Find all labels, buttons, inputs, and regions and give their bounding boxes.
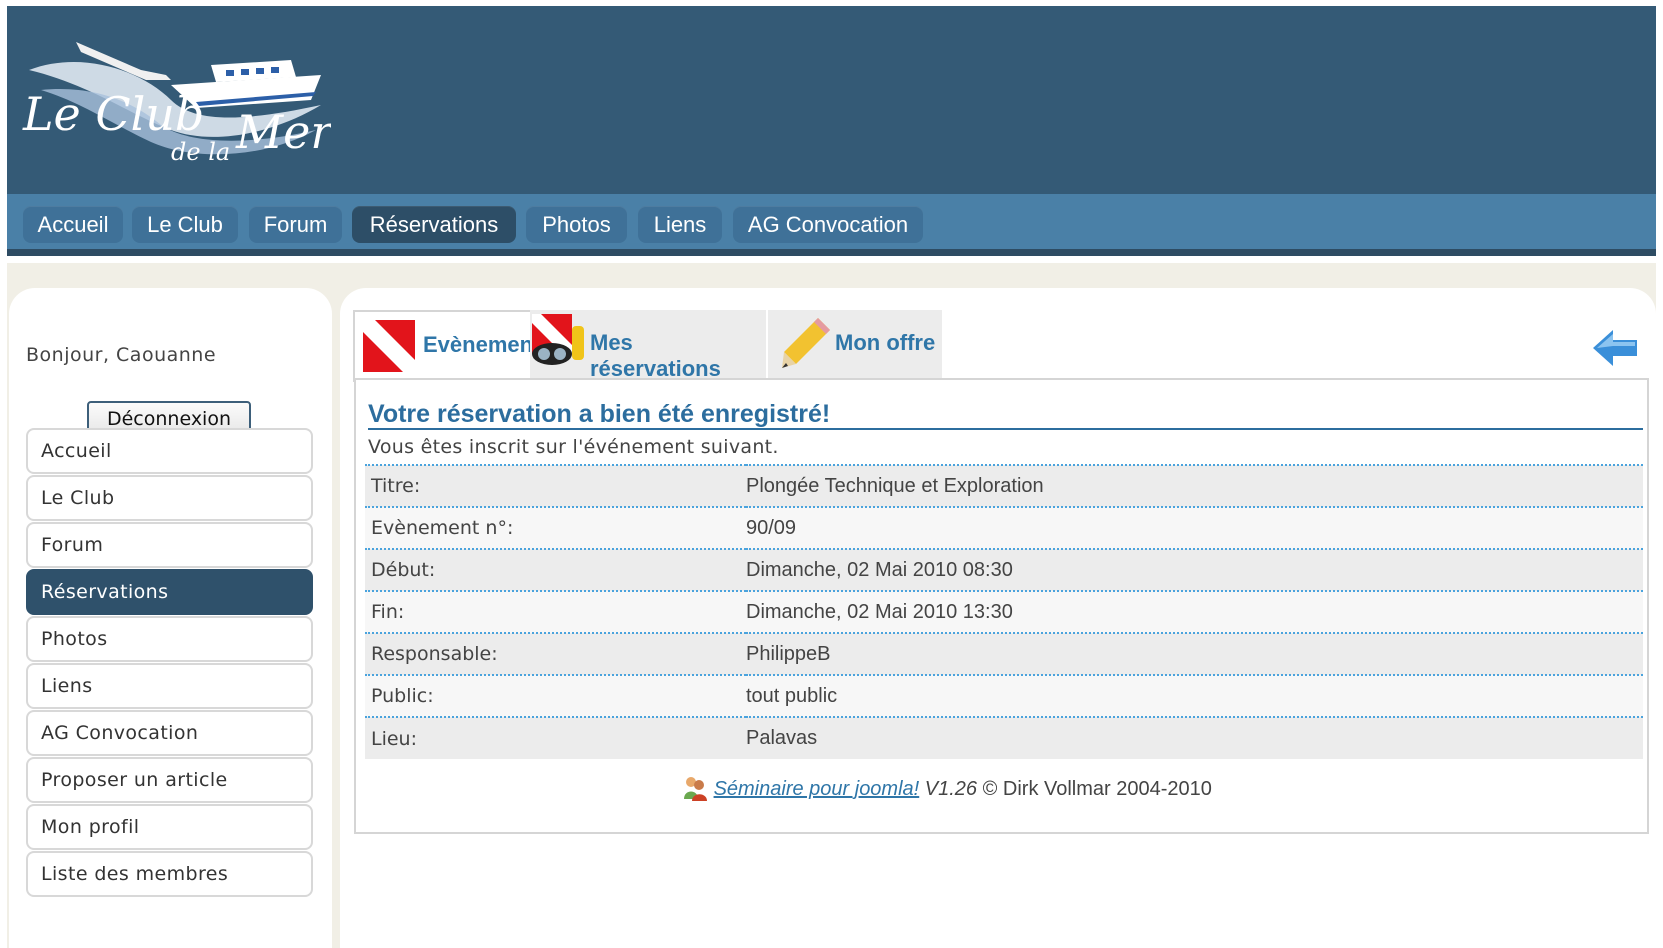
sidebar-item-photos[interactable]: Photos <box>26 616 313 662</box>
seminar-joomla-link[interactable]: Séminaire pour joomla! <box>714 778 920 800</box>
nav-le-club[interactable]: Le Club <box>132 206 238 243</box>
pencil-icon <box>782 318 830 368</box>
sidebar-item-ag-convocation[interactable]: AG Convocation <box>26 710 313 756</box>
nav-photos[interactable]: Photos <box>526 206 627 243</box>
nav-forum[interactable]: Forum <box>249 206 342 243</box>
table-row: Titre: Plongée Technique et Exploration <box>365 464 1643 507</box>
back-arrow-icon[interactable] <box>1593 328 1641 368</box>
copyright-text: © Dirk Vollmar 2004-2010 <box>982 778 1212 800</box>
sidebar-item-accueil[interactable]: Accueil <box>26 428 313 474</box>
tab-label: Mes réservations <box>590 330 721 381</box>
nav-reservations[interactable]: Réservations <box>352 206 516 243</box>
sidebar-item-mon-profil[interactable]: Mon profil <box>26 804 313 850</box>
seminar-people-icon <box>684 777 707 801</box>
sidebar-item-reservations[interactable]: Réservations <box>26 569 313 615</box>
tab-evenement[interactable]: Evènement <box>353 310 543 382</box>
diver-mask-icon <box>532 314 584 365</box>
sidebar-item-liste-membres[interactable]: Liste des membres <box>26 851 313 897</box>
intro-text: Vous êtes inscrit sur l'événement suivan… <box>368 436 779 458</box>
confirmation-title: Votre réservation a bien été enregistré! <box>368 400 831 428</box>
tab-mon-offre[interactable]: Mon offre <box>768 310 942 379</box>
seminar-footer: Séminaire pour joomla! V1.26 © Dirk Voll… <box>682 775 1212 801</box>
nav-ag-convocation[interactable]: AG Convocation <box>733 206 923 243</box>
tab-label: Mon offre <box>835 330 936 355</box>
svg-text:Mer: Mer <box>235 105 331 159</box>
nav-accueil[interactable]: Accueil <box>23 206 123 243</box>
dive-flag-icon <box>363 320 415 372</box>
sidebar-item-forum[interactable]: Forum <box>26 522 313 568</box>
table-row: Lieu: Palavas <box>365 716 1643 759</box>
top-navigation: Accueil Le Club Forum Réservations Photo… <box>7 194 1656 256</box>
table-row: Fin: Dimanche, 02 Mai 2010 13:30 <box>365 590 1643 633</box>
version-text: V1.26 <box>924 778 978 800</box>
reservation-content: Votre réservation a bien été enregistré!… <box>354 378 1649 834</box>
table-row: Début: Dimanche, 02 Mai 2010 08:30 <box>365 548 1643 591</box>
main-panel: Evènement Mes réservations Mon offre Vot… <box>340 288 1656 948</box>
site-header: Le Club de la Mer <box>7 6 1656 197</box>
nav-liens[interactable]: Liens <box>638 206 722 243</box>
greeting-text: Bonjour, Caouanne <box>26 344 217 366</box>
table-row: Evènement n°: 90/09 <box>365 506 1643 549</box>
sidebar-item-liens[interactable]: Liens <box>26 663 313 709</box>
event-details-table: Titre: Plongée Technique et Exploration E… <box>365 464 1643 759</box>
svg-text:de la: de la <box>171 138 230 166</box>
svg-text:Le Club: Le Club <box>22 87 204 141</box>
table-row: Public: tout public <box>365 674 1643 717</box>
club-logo[interactable]: Le Club de la Mer <box>21 30 331 180</box>
sidebar: Bonjour, Caouanne Déconnexion Accueil Le… <box>9 288 332 948</box>
table-row: Responsable: PhilippeB <box>365 632 1643 675</box>
sidebar-item-le-club[interactable]: Le Club <box>26 475 313 521</box>
title-divider <box>368 428 1643 430</box>
sidebar-item-proposer-article[interactable]: Proposer un article <box>26 757 313 803</box>
tab-mes-reservations[interactable]: Mes réservations <box>530 310 766 381</box>
tab-label: Evènement <box>423 332 541 357</box>
